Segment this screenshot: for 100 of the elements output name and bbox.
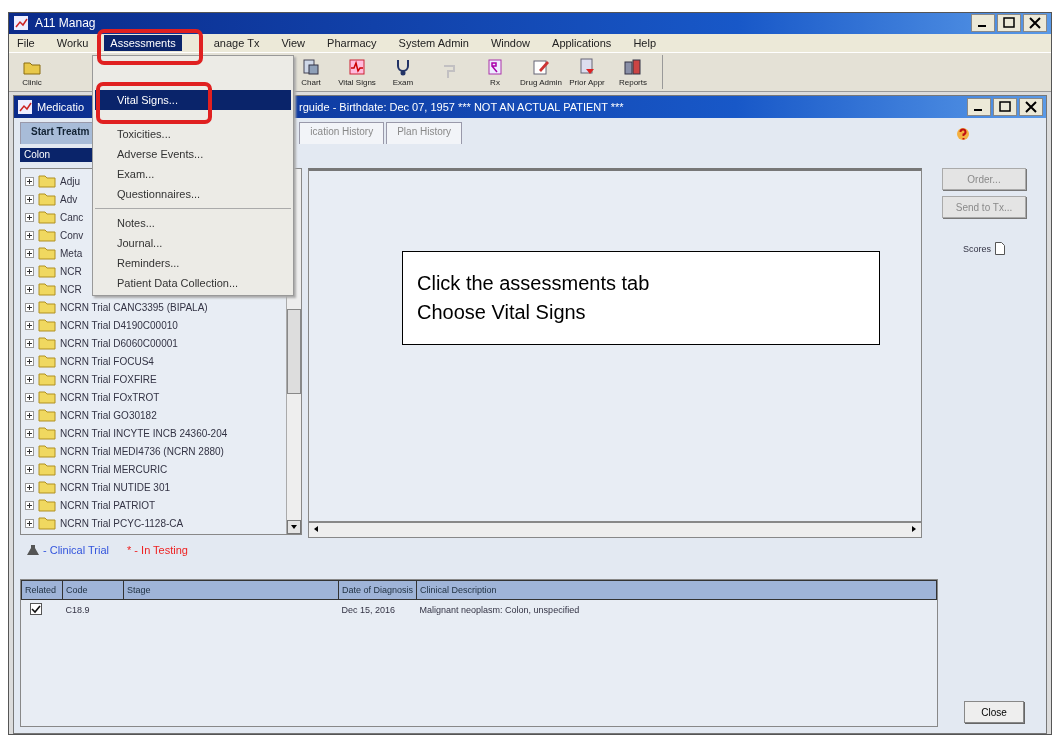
tree-item[interactable]: Adju xyxy=(60,175,80,187)
tree-item[interactable]: NCRN Trial FOxTROT xyxy=(60,391,160,403)
toolbar-button[interactable]: Vital Signs xyxy=(334,53,380,91)
checkbox[interactable] xyxy=(29,603,42,615)
tree-item[interactable]: NCRN Trial FOCUS4 xyxy=(60,355,154,367)
menu-item[interactable]: anage Tx xyxy=(207,35,266,52)
menu-item[interactable]: File xyxy=(11,35,41,52)
tree-item[interactable]: NCR xyxy=(60,265,82,277)
folder-icon xyxy=(38,408,56,422)
expand-icon[interactable] xyxy=(25,338,34,348)
close-icon[interactable] xyxy=(1023,14,1047,33)
tree-item[interactable]: NCRN Trial MEDI4736 (NCRN 2880) xyxy=(60,445,224,457)
tree-item[interactable]: NCR xyxy=(60,283,82,295)
menu-item[interactable]: Toxicities... xyxy=(95,124,291,144)
maximize-icon[interactable] xyxy=(993,98,1017,116)
column-header[interactable]: Clinical Description xyxy=(416,580,937,600)
tree-item[interactable]: Conv xyxy=(60,229,84,241)
expand-icon[interactable] xyxy=(25,428,34,438)
menu-item[interactable]: Help xyxy=(627,35,662,52)
tree-item[interactable]: NCRN Trial MERCURIC xyxy=(60,463,168,475)
folder-icon xyxy=(38,246,56,260)
tree-item[interactable]: NCRN Trial NUTIDE 301 xyxy=(60,481,171,493)
expand-icon[interactable] xyxy=(25,374,34,384)
expand-icon[interactable] xyxy=(25,284,34,294)
menu-item[interactable]: Pharmacy xyxy=(321,35,383,52)
menu-item[interactable]: Adverse Events... xyxy=(95,144,291,164)
menu-item[interactable]: Journal... xyxy=(95,233,291,253)
tree-item[interactable]: NCRN Trial D4190C00010 xyxy=(60,319,178,331)
expand-icon[interactable] xyxy=(25,176,34,186)
toolbar-button[interactable]: Chart xyxy=(288,53,334,91)
expand-icon[interactable] xyxy=(25,212,34,222)
folder-icon xyxy=(38,390,56,404)
menu-item[interactable]: Notes... xyxy=(95,213,291,233)
menu-item[interactable]: Assessments xyxy=(104,35,182,52)
column-header[interactable]: Related xyxy=(21,580,63,600)
scroll-down-icon[interactable] xyxy=(287,520,301,534)
maximize-icon[interactable] xyxy=(997,14,1021,33)
menu-item[interactable]: Exam... xyxy=(95,164,291,184)
window-title: rguide - Birthdate: Dec 07, 1957 *** NOT AN ACTUAL PATIENT *** xyxy=(299,101,624,113)
menu-item[interactable]: System Admin xyxy=(392,35,475,52)
tree-item[interactable]: NCRN Trial GO30182 xyxy=(60,409,157,421)
menu-item[interactable]: Worku xyxy=(50,35,95,52)
tree-item[interactable]: NCRN Trial PATRIOT xyxy=(60,499,156,511)
horizontal-scrollbar[interactable] xyxy=(308,522,922,538)
tree-item[interactable]: Canc xyxy=(60,211,84,223)
tree-item[interactable]: Meta xyxy=(60,247,83,259)
diagnosis-dropdown[interactable]: Colon xyxy=(20,148,92,162)
app-icon xyxy=(17,99,33,115)
folder-icon xyxy=(38,282,56,296)
toolbar-button[interactable]: Prior Appr xyxy=(564,53,610,91)
column-header[interactable]: Date of Diagnosis xyxy=(338,580,417,600)
tree-item[interactable]: NCRN Trial CANC3395 (BIPALA) xyxy=(60,301,208,313)
prescription-icon xyxy=(485,57,505,78)
toolbar-button[interactable]: Clinic xyxy=(9,53,55,91)
expand-icon[interactable] xyxy=(25,500,34,510)
tree-item[interactable]: NCRN Trial PCYC-1128-CA xyxy=(60,517,184,529)
tree-item[interactable]: NCRN Trial FOXFIRE xyxy=(60,373,157,385)
column-header[interactable]: Stage xyxy=(123,580,339,600)
app-icon xyxy=(13,15,29,32)
expand-icon[interactable] xyxy=(25,464,34,474)
scrollbar-thumb[interactable] xyxy=(287,309,301,394)
expand-icon[interactable] xyxy=(25,302,34,312)
expand-icon[interactable] xyxy=(25,392,34,402)
pencil-document-icon xyxy=(531,57,551,78)
instruction-text: Click the assessments tab xyxy=(417,272,651,295)
menu-item[interactable]: View xyxy=(275,35,312,52)
menu-item[interactable]: Applications xyxy=(546,35,618,52)
expand-icon[interactable] xyxy=(25,320,34,330)
minimize-icon[interactable] xyxy=(971,14,995,33)
chart-icon xyxy=(301,57,321,78)
expand-icon[interactable] xyxy=(25,194,34,204)
expand-icon[interactable] xyxy=(25,248,34,258)
expand-icon[interactable] xyxy=(25,482,34,492)
tab[interactable]: Start Treatm xyxy=(20,122,95,144)
toolbar-button[interactable]: Rx xyxy=(472,53,518,91)
expand-icon[interactable] xyxy=(25,230,34,240)
expand-icon[interactable] xyxy=(25,410,34,420)
expand-icon[interactable] xyxy=(25,518,34,528)
minimize-icon[interactable] xyxy=(967,98,991,116)
tree-item[interactable]: NCRN Trial INCYTE INCB 24360-204 xyxy=(60,427,228,439)
menu-item[interactable]: Patient Data Collection... xyxy=(95,273,291,293)
menu-item[interactable]: Window xyxy=(484,35,537,52)
close-button[interactable]: Close xyxy=(964,701,1024,723)
tree-item[interactable]: NCRN Trial D6060C00001 xyxy=(60,337,178,349)
menu-item[interactable]: Vital Signs... xyxy=(95,90,291,110)
close-icon[interactable] xyxy=(1019,98,1043,116)
menu-item[interactable]: Questionnaires... xyxy=(95,184,291,204)
menu-item[interactable]: Reminders... xyxy=(95,253,291,273)
toolbar-button[interactable]: Reports xyxy=(610,53,656,91)
legend-label: - Clinical Trial xyxy=(43,544,109,556)
toolbar-button[interactable]: Exam xyxy=(380,53,426,91)
document-icon[interactable] xyxy=(995,242,1005,255)
expand-icon[interactable] xyxy=(25,266,34,276)
tree-item[interactable]: Adv xyxy=(60,193,78,205)
toolbar-button[interactable]: Drug Admin xyxy=(518,53,564,91)
help-icon[interactable] xyxy=(956,126,970,142)
column-header[interactable]: Code xyxy=(62,580,124,600)
expand-icon[interactable] xyxy=(25,356,34,366)
table-cell: Dec 15, 2016 xyxy=(341,605,396,615)
expand-icon[interactable] xyxy=(25,446,34,456)
